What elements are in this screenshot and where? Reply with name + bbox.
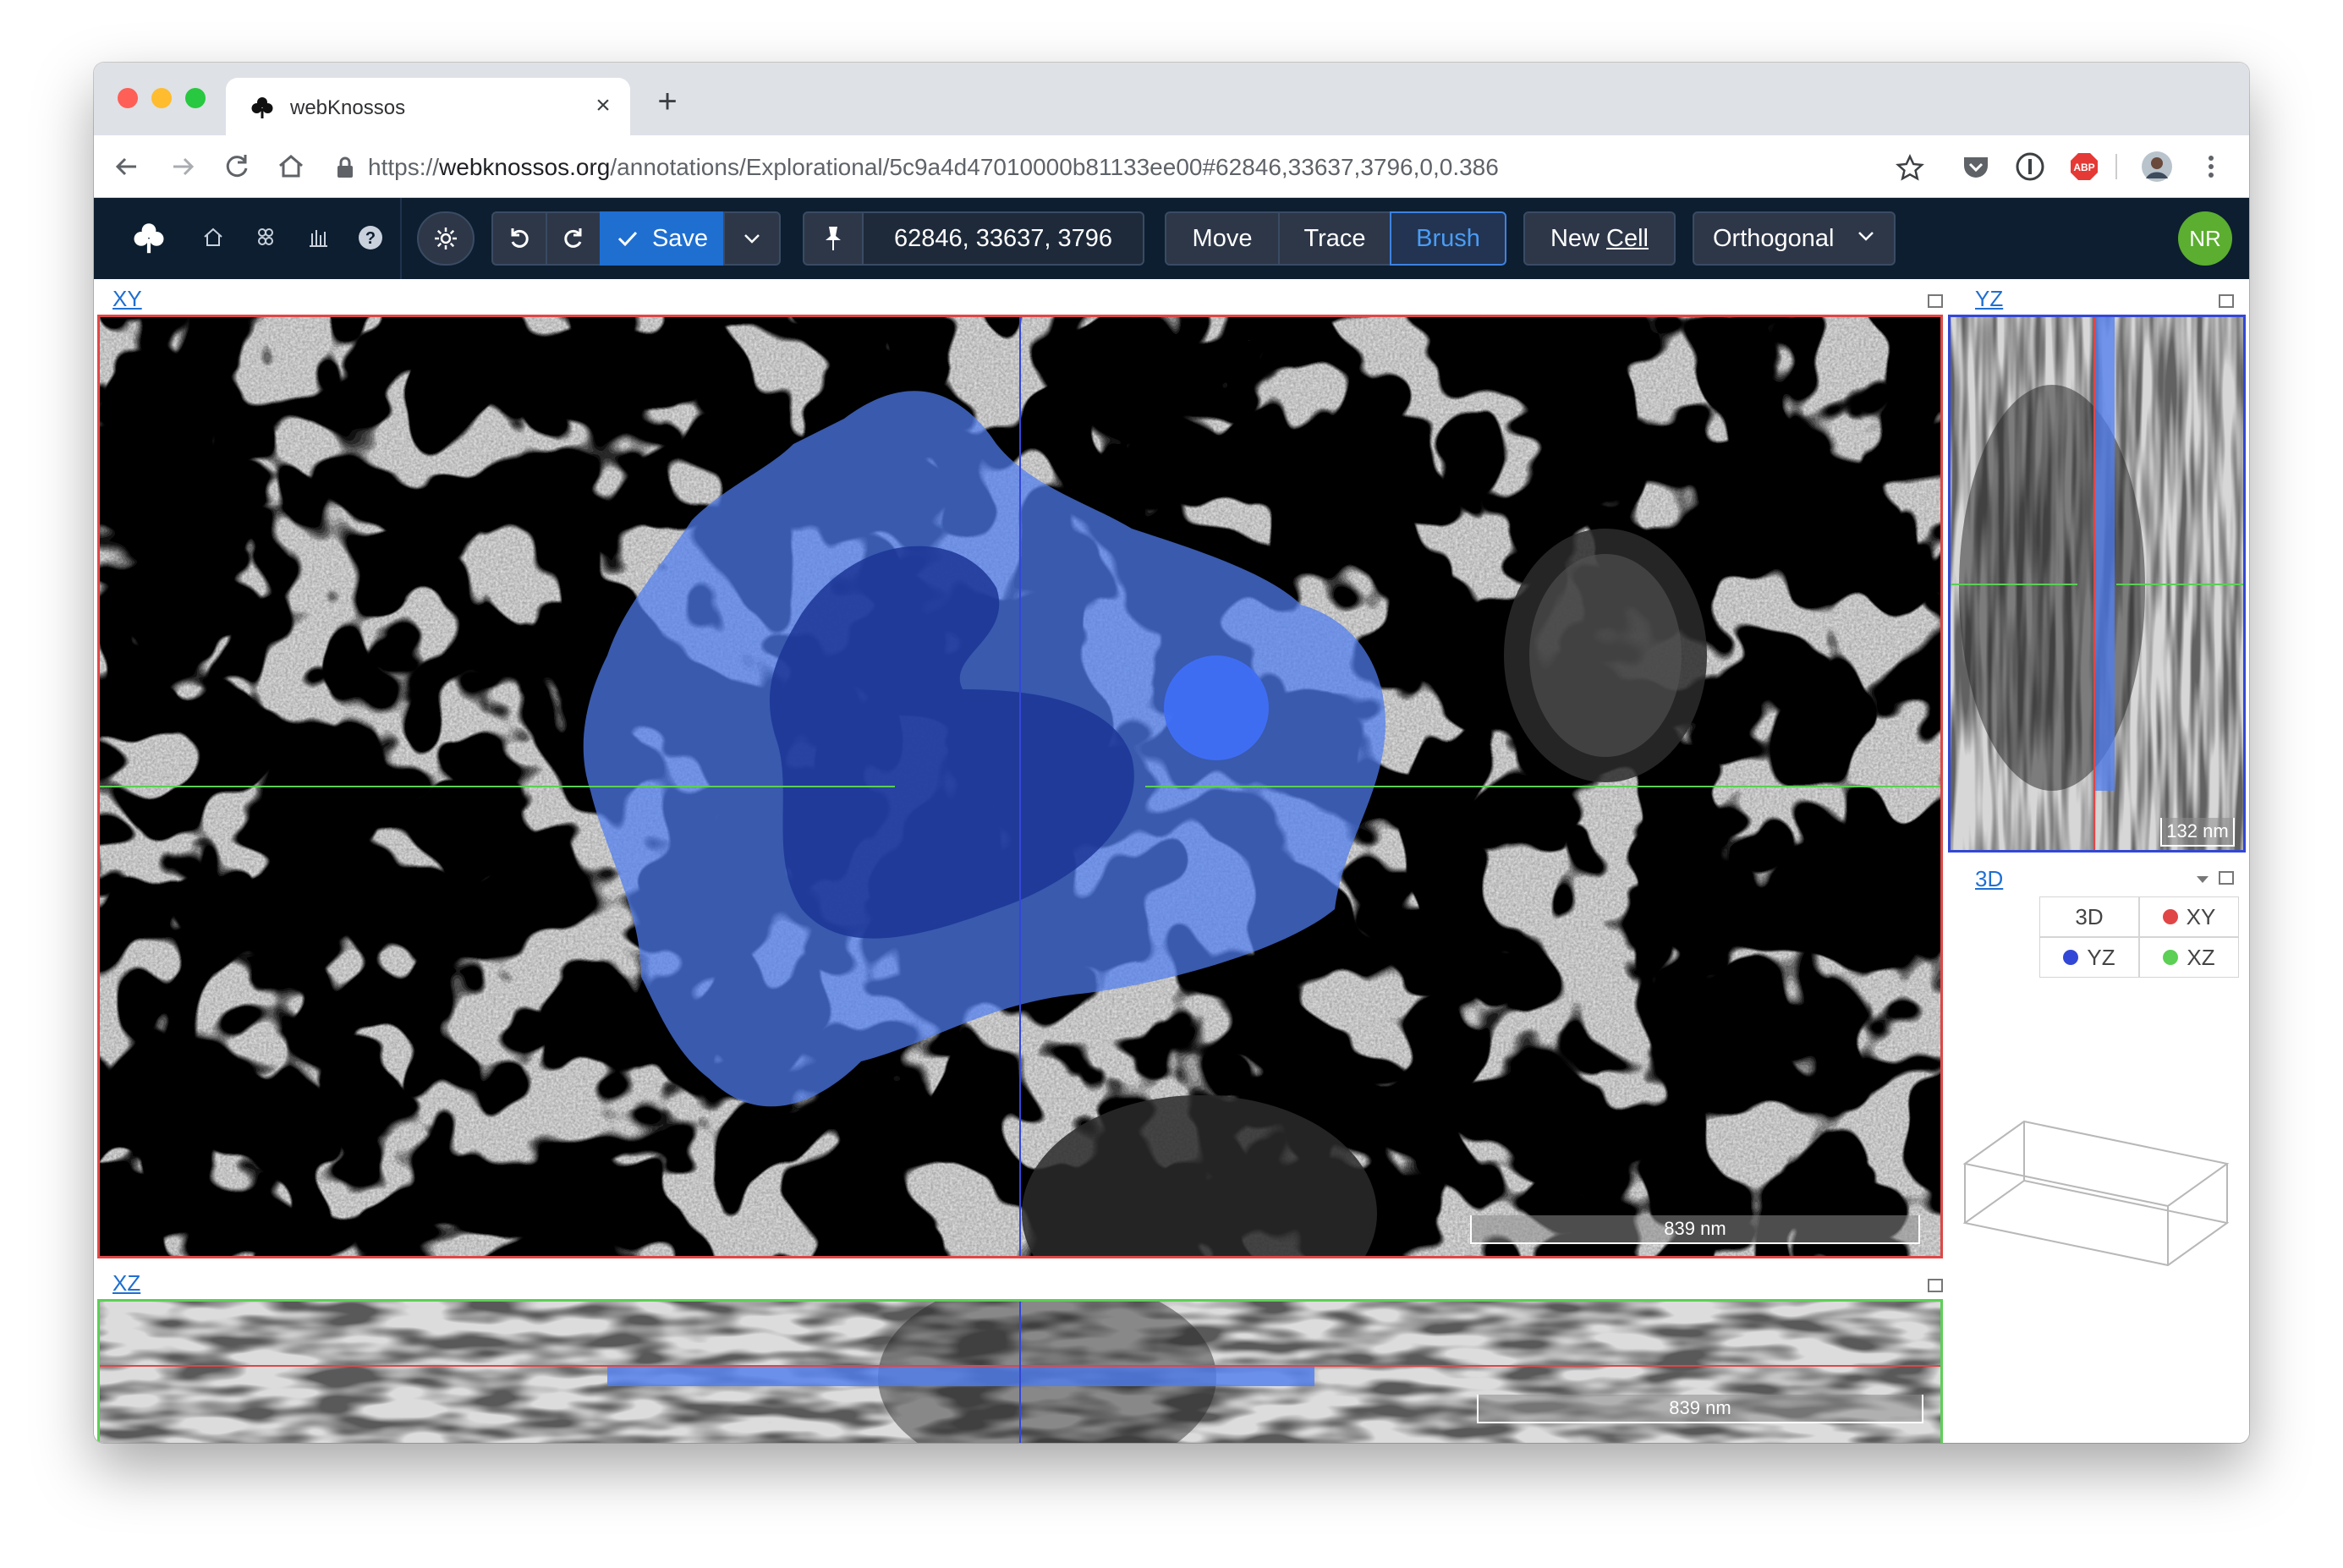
save-label: Save <box>651 224 709 252</box>
checkmark-icon <box>617 231 638 247</box>
viewport-xy[interactable]: 839 nm <box>97 315 1943 1258</box>
xy-scalebar: 839 nm <box>1470 1215 1920 1244</box>
view-xy-button[interactable]: XY <box>2139 896 2239 937</box>
view-3d-button[interactable]: 3D <box>2039 896 2139 937</box>
new-tab-button[interactable]: + <box>652 85 683 118</box>
save-button[interactable]: Save <box>600 211 725 266</box>
webknossos-logo-icon <box>251 97 273 118</box>
adblock-extension-icon[interactable]: ABP <box>2068 151 2100 183</box>
xz-segment-overlay <box>607 1366 1314 1386</box>
address-bar[interactable]: https://webknossos.org/annotations/Explo… <box>327 145 1931 189</box>
view-3d-label: 3D <box>2075 903 2104 929</box>
svg-text:ABP: ABP <box>2073 162 2094 173</box>
maximize-xy-icon[interactable] <box>1928 294 1943 308</box>
back-arrow-icon <box>115 157 136 176</box>
viewport-label-xy[interactable]: XY <box>112 286 142 312</box>
url-text: https://webknossos.org/annotations/Explo… <box>368 154 1499 180</box>
maximize-3d-icon[interactable] <box>2219 871 2234 885</box>
pushpin-icon <box>826 227 841 250</box>
tab-strip: webKnossos × + <box>94 63 2249 135</box>
browser-tab[interactable]: webKnossos × <box>226 78 630 135</box>
view-yz-label: YZ <box>2087 944 2115 970</box>
xz-dot-icon <box>2163 950 2179 965</box>
viewport-label-xz[interactable]: XZ <box>112 1270 140 1297</box>
viewport-yz[interactable]: 132 nm <box>1948 315 2246 853</box>
statistics-icon[interactable] <box>302 222 334 254</box>
viewport-3d[interactable]: 3D XY YZ XZ <box>1948 893 2246 1443</box>
close-window-button[interactable] <box>118 88 138 108</box>
home-button[interactable] <box>275 151 307 183</box>
webknossos-toolbar: ? Save 62846, 33637, 3796 Move Trace Bru… <box>94 198 2249 279</box>
close-tab-icon[interactable]: × <box>590 93 617 120</box>
back-button[interactable] <box>111 151 143 183</box>
maximize-yz-icon[interactable] <box>2219 294 2234 308</box>
onepassword-extension-icon[interactable] <box>2014 151 2046 183</box>
help-icon[interactable]: ? <box>354 222 387 254</box>
maximize-xz-icon[interactable] <box>1928 1279 1943 1292</box>
xy-dot-icon <box>2162 909 2178 924</box>
caret-down-icon[interactable] <box>2195 874 2210 885</box>
tab-title: webKnossos <box>290 96 406 119</box>
gear-icon <box>435 228 457 249</box>
new-cell-button[interactable]: New Cell <box>1523 211 1676 266</box>
view-xy-label: XY <box>2186 903 2216 929</box>
home-icon <box>279 155 303 178</box>
toolbar-divider <box>2115 154 2117 179</box>
redo-icon <box>564 228 582 248</box>
yz-scalebar: 132 nm <box>2160 818 2235 847</box>
save-dropdown-button[interactable] <box>723 211 781 266</box>
chevron-down-icon <box>744 234 760 244</box>
forward-button[interactable] <box>167 151 199 183</box>
undo-icon <box>511 228 529 248</box>
profile-avatar-icon[interactable] <box>2141 151 2173 183</box>
new-cell-label-accel: Cell <box>1606 224 1649 252</box>
reload-icon <box>226 155 248 178</box>
browser-menu-icon[interactable] <box>2195 151 2227 183</box>
position-input[interactable]: 62846, 33637, 3796 <box>862 211 1144 266</box>
chevron-down-icon <box>1858 232 1874 241</box>
yz-em-image <box>1951 317 2243 850</box>
toolbar-separator <box>400 198 402 279</box>
view-xz-label: XZ <box>2187 944 2215 970</box>
view-xz-button[interactable]: XZ <box>2139 937 2239 978</box>
lock-icon <box>337 156 353 178</box>
maximize-window-button[interactable] <box>185 88 206 108</box>
view-mode-value: Orthogonal <box>1713 224 1835 252</box>
viewport-label-yz[interactable]: YZ <box>1975 286 2003 312</box>
mode-move-button[interactable]: Move <box>1165 211 1280 266</box>
undo-button[interactable] <box>491 211 547 266</box>
new-cell-label: New <box>1550 224 1599 252</box>
admin-icon[interactable] <box>250 222 282 254</box>
viewport-xz[interactable]: 839 nm <box>97 1299 1943 1443</box>
viewport-area: XY 839 nm YZ 132 nm 3D 3D XY YZ XZ XZ 83… <box>94 279 2249 1443</box>
browser-window: webKnossos × + https://webknossos.org/an… <box>94 63 2249 1443</box>
mode-trace-button[interactable]: Trace <box>1278 211 1391 266</box>
reload-button[interactable] <box>221 151 253 183</box>
minimize-window-button[interactable] <box>151 88 172 108</box>
user-avatar[interactable]: NR <box>2178 211 2232 266</box>
navigation-bar: https://webknossos.org/annotations/Explo… <box>94 135 2249 198</box>
view-mode-select[interactable]: Orthogonal <box>1693 211 1896 266</box>
xz-scalebar: 839 nm <box>1477 1395 1923 1423</box>
view-yz-button[interactable]: YZ <box>2039 937 2139 978</box>
settings-button[interactable] <box>417 211 475 266</box>
forward-arrow-icon <box>173 157 195 176</box>
pocket-extension-icon[interactable] <box>1960 151 1992 183</box>
dashboard-home-icon[interactable] <box>197 222 229 254</box>
redo-button[interactable] <box>546 211 601 266</box>
viewport-label-3d[interactable]: 3D <box>1975 866 2003 892</box>
mode-brush-button[interactable]: Brush <box>1390 211 1506 266</box>
webknossos-logo-icon[interactable] <box>131 220 167 255</box>
brush-cursor <box>1164 655 1269 760</box>
xy-em-image <box>100 317 1940 1256</box>
svg-text:?: ? <box>365 229 376 248</box>
copy-position-button[interactable] <box>803 211 864 266</box>
yz-segment-overlay <box>2094 317 2115 791</box>
yz-dot-icon <box>2063 950 2079 965</box>
bookmark-star-icon[interactable] <box>1896 154 1924 183</box>
dataset-bounding-box <box>1962 1120 2230 1267</box>
